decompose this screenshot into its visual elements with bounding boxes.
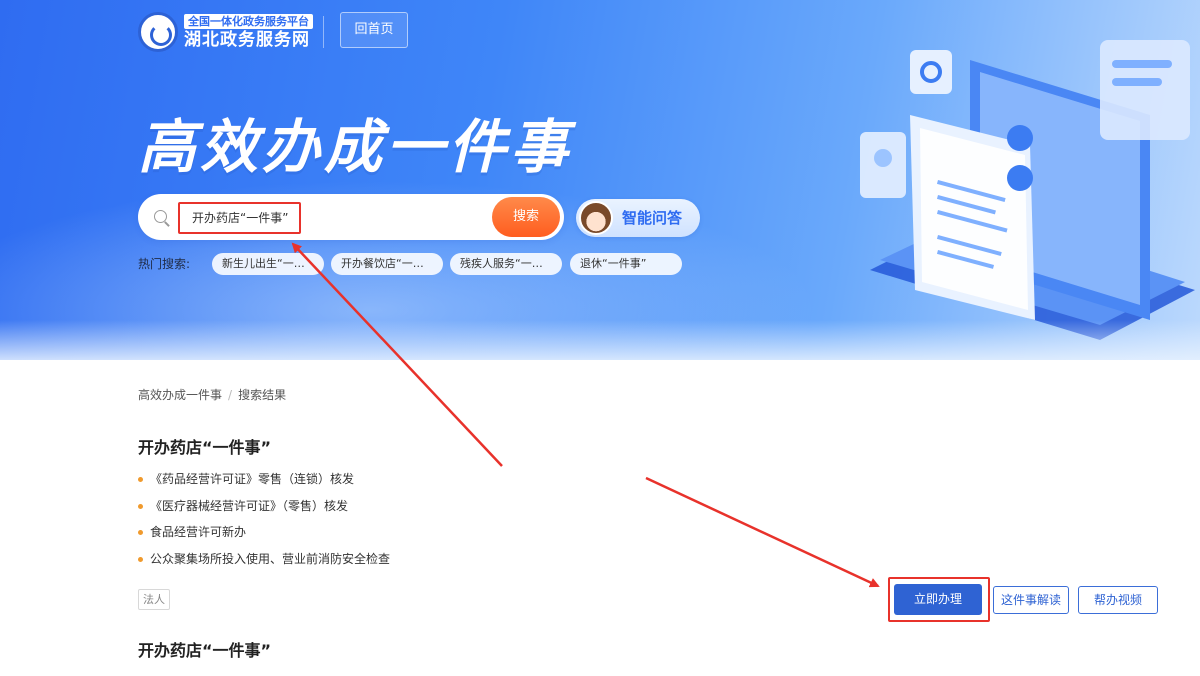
hero-bottom-fade [0,320,1200,360]
header-divider [323,16,324,48]
ai-assistant-label: 智能问答 [622,209,683,227]
result-title[interactable]: 开办药店“一件事” [138,437,271,459]
search-icon [154,210,167,223]
assistant-avatar-icon [579,201,613,235]
explain-button[interactable]: 这件事解读 [993,586,1069,614]
list-item: 公众聚集场所投入使用、营业前消防安全检查 [138,551,390,578]
breadcrumb-current: 搜索结果 [238,388,287,402]
hot-search-tag[interactable]: 开办餐饮店“一… [331,253,443,275]
search-button[interactable]: 搜索 [492,197,560,237]
result-title[interactable]: 开办药店“一件事” [138,640,271,662]
hot-search-tag[interactable]: 新生儿出生“一… [212,253,324,275]
ai-assistant-button[interactable]: 智能问答 [576,199,700,237]
breadcrumb-separator: / [228,388,233,402]
hot-search-tag[interactable]: 残疾人服务“一… [450,253,562,275]
site-logo[interactable] [138,12,178,52]
breadcrumb-home[interactable]: 高效办成一件事 [138,388,222,402]
document-illustration [860,40,1195,340]
hot-search-label: 热门搜索: [138,257,191,271]
breadcrumb: 高效办成一件事 / 搜索结果 [138,387,286,403]
help-video-button[interactable]: 帮办视频 [1078,586,1158,614]
home-button[interactable]: 回首页 [340,12,408,48]
platform-subtitle: 全国一体化政务服务平台 [184,14,313,29]
list-item: 《药品经营许可证》零售（连锁）核发 [138,471,390,498]
hot-search-tag[interactable]: 退休“一件事” [570,253,682,275]
hero-banner: 全国一体化政务服务平台 湖北政务服务网 回首页 高效办成一件事 搜索 智能问答 … [0,0,1200,360]
search-bar: 搜索 [138,194,564,240]
hero-title: 高效办成一件事 [138,113,573,181]
apply-now-button[interactable]: 立即办理 [894,584,982,615]
list-item: 食品经营许可新办 [138,524,390,551]
applicant-type-badge: 法人 [138,589,170,610]
list-item: 《医疗器械经营许可证》（零售）核发 [138,498,390,525]
search-input[interactable] [182,203,482,231]
site-name[interactable]: 湖北政务服务网 [184,30,310,50]
result-item-list: 《药品经营许可证》零售（连锁）核发 《医疗器械经营许可证》（零售）核发 食品经营… [138,471,390,577]
